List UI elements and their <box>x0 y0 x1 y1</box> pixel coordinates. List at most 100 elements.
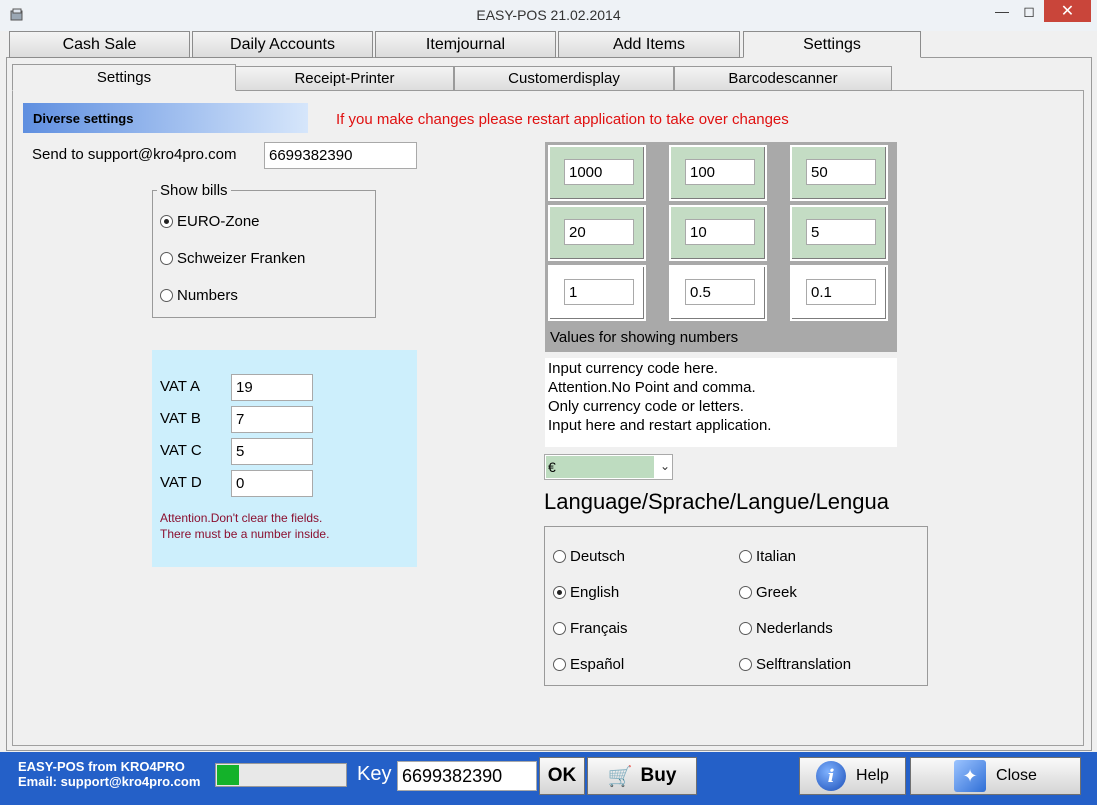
subtab-receipt-printer[interactable]: Receipt-Printer <box>235 66 454 91</box>
help-button[interactable]: i Help <box>799 757 906 795</box>
vat-a-field[interactable] <box>231 374 313 401</box>
cart-icon: 🛒 <box>607 765 633 788</box>
bills-option-label: Numbers <box>177 287 238 304</box>
currency-value: € <box>546 456 654 478</box>
radio-icon <box>739 622 752 635</box>
vat-note-line: Attention.Don't clear the fields. <box>160 511 323 525</box>
bills-option-label: Schweizer Franken <box>177 250 306 267</box>
vat-d-label: VAT D <box>160 474 202 491</box>
number-cell <box>790 265 888 321</box>
number-values-caption: Values for showing numbers <box>550 329 739 346</box>
tab-settings[interactable]: Settings <box>743 31 921 58</box>
vat-note-line: There must be a number inside. <box>160 527 330 541</box>
exit-icon: ✦ <box>954 760 987 792</box>
support-label: Send to support@kro4pro.com <box>32 146 237 163</box>
number-value-field[interactable] <box>685 159 755 185</box>
radio-icon <box>160 252 173 265</box>
number-value-field[interactable] <box>564 159 634 185</box>
language-option-espanol[interactable]: Español <box>553 656 624 673</box>
number-value-field[interactable] <box>806 159 876 185</box>
radio-icon <box>160 289 173 302</box>
radio-icon <box>553 622 566 635</box>
number-cell <box>548 205 646 261</box>
number-value-field[interactable] <box>685 279 755 305</box>
number-cell <box>548 265 646 321</box>
language-option-italian[interactable]: Italian <box>739 548 796 565</box>
support-code-field[interactable] <box>264 142 417 169</box>
language-option-nederlands[interactable]: Nederlands <box>739 620 833 637</box>
radio-icon <box>739 550 752 563</box>
subtab-settings[interactable]: Settings <box>12 64 236 91</box>
language-option-label: Deutsch <box>570 548 626 565</box>
ok-button[interactable]: OK <box>539 757 585 795</box>
vat-b-field[interactable] <box>231 406 313 433</box>
number-value-field[interactable] <box>564 219 634 245</box>
currency-info-line: Input here and restart application. <box>548 417 772 434</box>
brand-info: EASY-POS from KRO4PRO Email: support@kro… <box>18 759 200 789</box>
buy-label: Buy <box>640 765 677 786</box>
section-title: Diverse settings <box>23 103 308 133</box>
currency-info-box: Input currency code here. Attention.No P… <box>545 358 897 447</box>
close-button[interactable]: ✦ Close <box>910 757 1081 795</box>
language-option-francais[interactable]: Français <box>553 620 628 637</box>
radio-icon <box>739 658 752 671</box>
brand-name: EASY-POS from KRO4PRO <box>18 759 185 774</box>
language-option-selftranslation[interactable]: Selftranslation <box>739 656 851 673</box>
tab-add-items[interactable]: Add Items <box>558 31 740 58</box>
close-icon: ✕ <box>1060 3 1075 20</box>
language-option-label: Español <box>570 656 625 673</box>
minimize-icon: — <box>995 3 1009 19</box>
bills-option-chf[interactable]: Schweizer Franken <box>160 250 305 267</box>
number-cell <box>669 145 767 201</box>
currency-info-line: Only currency code or letters. <box>548 398 744 415</box>
close-label: Close <box>996 767 1037 784</box>
language-option-label: Nederlands <box>756 620 833 637</box>
number-value-field[interactable] <box>564 279 634 305</box>
title-bar: EASY-POS 21.02.2014 — ◻ ✕ <box>0 0 1097 31</box>
number-value-field[interactable] <box>685 219 755 245</box>
bills-option-numbers[interactable]: Numbers <box>160 287 238 304</box>
progress-bar <box>215 763 347 787</box>
tab-daily-accounts[interactable]: Daily Accounts <box>192 31 373 58</box>
language-option-label: English <box>570 584 620 601</box>
vat-c-field[interactable] <box>231 438 313 465</box>
restart-notice: If you make changes please restart appli… <box>336 111 789 128</box>
buy-button[interactable]: 🛒 Buy <box>587 757 697 795</box>
brand-email: Email: support@kro4pro.com <box>18 774 201 789</box>
window-title: EASY-POS 21.02.2014 <box>476 7 621 23</box>
language-title: Language/Sprache/Langue/Lengua <box>544 489 889 514</box>
window-close-button[interactable]: ✕ <box>1044 0 1091 22</box>
subtab-customerdisplay[interactable]: Customerdisplay <box>454 66 674 91</box>
language-option-deutsch[interactable]: Deutsch <box>553 548 625 565</box>
number-cell <box>790 145 888 201</box>
number-value-field[interactable] <box>806 219 876 245</box>
tab-cash-sale[interactable]: Cash Sale <box>9 31 190 58</box>
vat-panel: VAT A VAT B VAT C VAT D Attention.Don't … <box>152 350 417 567</box>
vat-note: Attention.Don't clear the fields. There … <box>160 510 329 542</box>
vat-c-label: VAT C <box>160 442 202 459</box>
info-icon: i <box>816 761 847 791</box>
help-label: Help <box>856 767 889 784</box>
number-value-field[interactable] <box>806 279 876 305</box>
maximize-icon: ◻ <box>1023 2 1035 19</box>
number-cell <box>790 205 888 261</box>
radio-icon <box>739 586 752 599</box>
radio-icon <box>553 658 566 671</box>
language-option-label: Italian <box>756 548 797 565</box>
progress-fill <box>217 765 239 785</box>
tab-itemjournal[interactable]: Itemjournal <box>375 31 556 58</box>
currency-info-line: Input currency code here. <box>548 360 719 377</box>
radio-icon <box>553 550 566 563</box>
bills-option-euro[interactable]: EURO-Zone <box>160 213 260 230</box>
language-option-greek[interactable]: Greek <box>739 584 797 601</box>
vat-d-field[interactable] <box>231 470 313 497</box>
language-option-english[interactable]: English <box>553 584 619 601</box>
subtab-barcodescanner[interactable]: Barcodescanner <box>674 66 892 91</box>
chevron-down-icon[interactable]: ⌄ <box>660 459 670 473</box>
key-field[interactable] <box>397 761 537 791</box>
currency-dropdown[interactable]: € ⌄ <box>544 454 673 480</box>
minimize-button[interactable]: — <box>988 0 1016 22</box>
maximize-button[interactable]: ◻ <box>1016 0 1042 22</box>
number-cell <box>669 265 767 321</box>
radio-selected-icon <box>160 215 173 228</box>
